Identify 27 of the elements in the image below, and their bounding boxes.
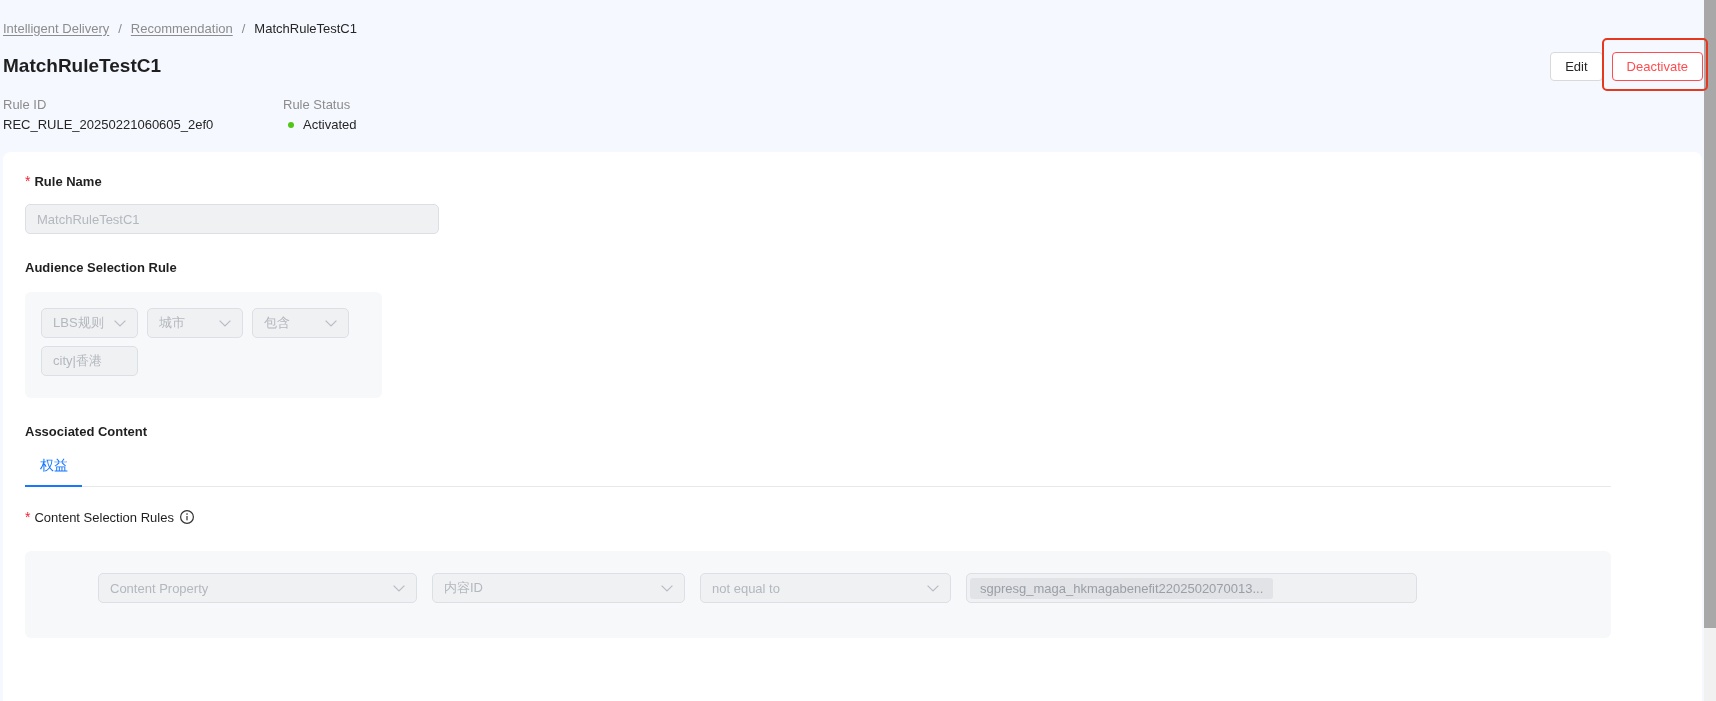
- scrollbar-thumb[interactable]: [1704, 0, 1716, 628]
- field-label: Content Selection Rules: [34, 509, 174, 525]
- meta-value: REC_RULE_20250221060605_2ef0: [3, 116, 215, 134]
- breadcrumb-current: MatchRuleTestC1: [254, 20, 357, 36]
- field-label: Audience Selection Rule: [25, 259, 177, 275]
- breadcrumb-separator: /: [118, 20, 122, 36]
- action-button[interactable]: Deactivate: [1611, 51, 1703, 81]
- chevron-down-icon: [114, 319, 126, 327]
- breadcrumb-link[interactable]: Intelligent Delivery: [3, 20, 110, 36]
- value-tag: sgpresg_maga_hkmagabenefit2202502070013...: [970, 577, 1274, 599]
- chevron-down-icon: [661, 584, 673, 592]
- status-text: Activated: [303, 116, 357, 134]
- chevron-down-icon: [393, 584, 405, 592]
- required-mark: *: [25, 173, 31, 189]
- required-mark: *: [25, 509, 31, 525]
- field-label: Associated Content: [25, 423, 148, 439]
- chevron-down-icon: [325, 319, 337, 327]
- meta-label: Rule ID: [3, 96, 48, 114]
- tab[interactable]: 权益: [25, 447, 82, 487]
- chevron-down-icon: [927, 584, 939, 592]
- action-button[interactable]: Edit: [1550, 51, 1603, 81]
- chevron-down-icon: [219, 319, 231, 327]
- meta-label: Rule Status: [283, 96, 352, 114]
- page-title: MatchRuleTestC1: [3, 55, 161, 77]
- field-label: Rule Name: [34, 173, 102, 189]
- breadcrumb-link[interactable]: Recommendation: [130, 20, 233, 36]
- breadcrumb-separator: /: [241, 20, 246, 36]
